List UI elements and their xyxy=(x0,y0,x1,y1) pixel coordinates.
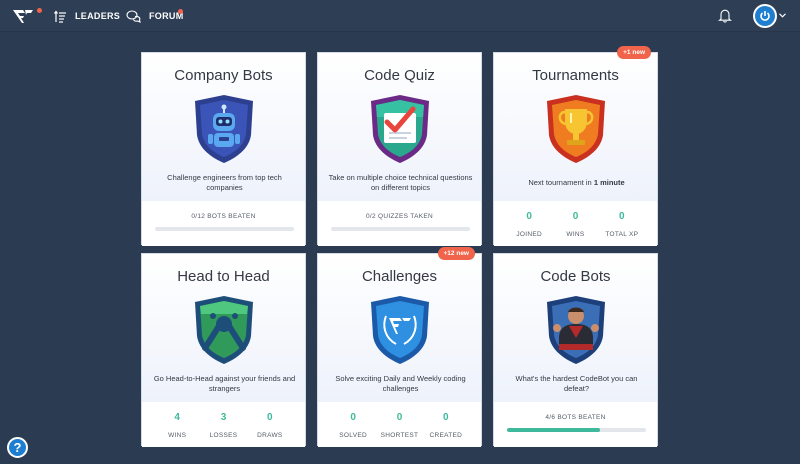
card-title: Tournaments xyxy=(532,67,619,84)
nav-leaders-label: LEADERS xyxy=(75,11,121,21)
user-avatar[interactable] xyxy=(753,4,777,28)
stat-losses: 3 LOSSES xyxy=(209,412,238,439)
logo-icon[interactable] xyxy=(12,7,34,25)
card-challenges[interactable]: Challenges +12 new Solve exciting Daily … xyxy=(317,247,482,447)
stat-created: 0 CREATED xyxy=(429,412,463,439)
card-title: Code Quiz xyxy=(364,67,435,84)
trophy-badge-icon xyxy=(546,95,605,163)
progress-label: 0/12 BOTS BEATEN xyxy=(191,213,256,220)
nav-forum[interactable]: FORUM xyxy=(126,0,184,32)
card-tournaments[interactable]: Tournaments +1 new Next tournament in 1 … xyxy=(493,46,658,246)
notification-dot xyxy=(37,8,42,13)
stats-row: 4 WINS 3 LOSSES 0 DRAWS xyxy=(142,412,305,439)
card-description: Take on multiple choice technical questi… xyxy=(328,173,473,192)
card-company-bots[interactable]: Company Bots Challenge engineers from to… xyxy=(141,52,306,246)
stat-total-xp: 0 TOTAL XP xyxy=(605,211,639,238)
card-code-quiz[interactable]: Code Quiz Take on multiple choice techni… xyxy=(317,52,482,246)
chevron-down-icon[interactable] xyxy=(779,13,786,18)
top-navigation-bar: LEADERS FORUM xyxy=(0,0,800,32)
robot-badge-icon xyxy=(194,95,253,163)
card-title: Head to Head xyxy=(177,268,270,285)
forum-notification-dot xyxy=(178,9,183,14)
card-description: Next tournament in 1 minute xyxy=(504,178,649,188)
leaderboard-icon xyxy=(54,10,66,23)
stats-row: 0 JOINED 0 WINS 0 TOTAL XP xyxy=(494,211,657,238)
new-count-badge: +1 new xyxy=(617,46,651,59)
help-button[interactable]: ? xyxy=(7,437,28,458)
card-title: Company Bots xyxy=(174,67,273,84)
chat-bubbles-icon xyxy=(126,9,141,23)
head-to-head-badge-icon xyxy=(194,296,253,364)
card-description: Go Head-to-Head against your friends and… xyxy=(153,374,296,393)
card-description: Challenge engineers from top tech compan… xyxy=(167,173,282,192)
nav-leaders[interactable]: LEADERS xyxy=(54,0,120,32)
card-description: Solve exciting Daily and Weekly coding c… xyxy=(335,374,466,393)
next-tournament-prefix: Next tournament in xyxy=(528,178,592,187)
next-tournament-time: 1 minute xyxy=(593,178,625,187)
quiz-checkmark-badge-icon xyxy=(370,95,429,163)
progress-bar xyxy=(331,227,470,231)
codebot-character-badge-icon xyxy=(546,296,605,364)
challenges-laurel-badge-icon xyxy=(370,296,429,364)
stat-joined: 0 JOINED xyxy=(516,211,542,238)
stat-draws: 0 DRAWS xyxy=(257,412,283,439)
power-icon xyxy=(760,11,770,21)
bell-icon[interactable] xyxy=(718,8,732,23)
stats-row: 0 SOLVED 0 SHORTEST 0 CREATED xyxy=(318,412,481,439)
stat-wins: 0 WINS xyxy=(566,211,585,238)
card-head-to-head[interactable]: Head to Head Go Head-to-Head against you… xyxy=(141,253,306,447)
stat-wins: 4 WINS xyxy=(168,412,187,439)
card-title: Code Bots xyxy=(540,268,611,285)
progress-label: 0/2 QUIZZES TAKEN xyxy=(366,213,433,220)
card-code-bots[interactable]: Code Bots What's the hardest CodeBot you… xyxy=(493,253,658,447)
progress-label: 4/6 BOTS BEATEN xyxy=(545,414,606,421)
stat-shortest: 0 SHORTEST xyxy=(380,412,419,439)
new-count-badge: +12 new xyxy=(437,247,475,260)
stat-solved: 0 SOLVED xyxy=(339,412,367,439)
progress-bar xyxy=(155,227,294,231)
card-title: Challenges xyxy=(361,268,438,285)
card-description: What's the hardest CodeBot you can defea… xyxy=(515,374,638,393)
progress-bar xyxy=(507,428,646,432)
